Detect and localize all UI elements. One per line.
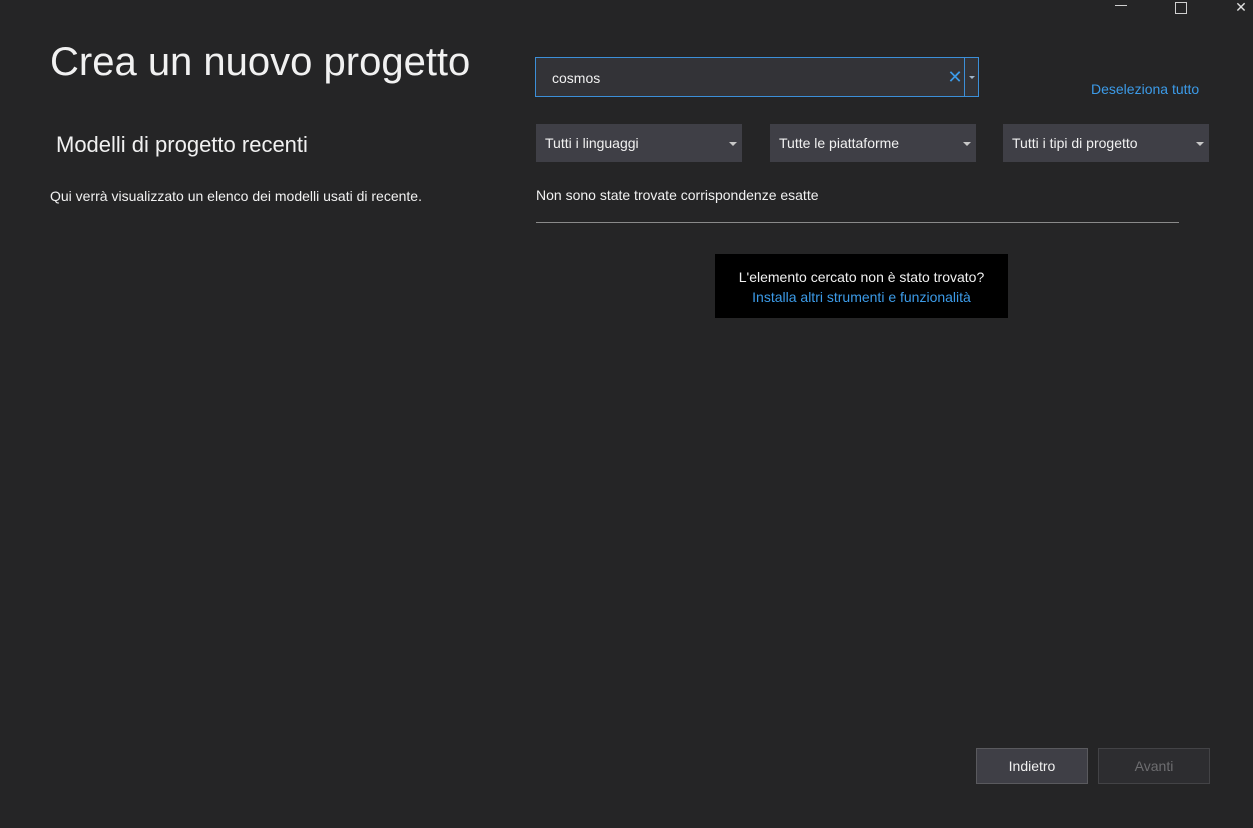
deselect-all-link[interactable]: Deseleziona tutto	[1091, 81, 1199, 97]
platform-filter-label: Tutte le piattaforme	[779, 135, 900, 151]
no-results-message: Non sono state trovate corrispondenze es…	[536, 187, 819, 203]
back-button[interactable]: Indietro	[976, 748, 1088, 784]
platform-filter[interactable]: Tutte le piattaforme	[770, 124, 976, 162]
create-project-window: ✕ Crea un nuovo progetto Modelli di prog…	[0, 0, 1253, 828]
clear-search-icon[interactable]: ✕	[946, 67, 964, 87]
install-more-tools-link[interactable]: Installa altri strumenti e funzionalità	[715, 287, 1008, 307]
search-history-dropdown[interactable]	[966, 58, 978, 96]
chevron-down-icon	[729, 142, 737, 146]
search-input[interactable]	[550, 58, 944, 98]
not-found-panel: L'elemento cercato non è stato trovato? …	[715, 254, 1008, 318]
minimize-button[interactable]	[1098, 0, 1144, 18]
project-type-filter[interactable]: Tutti i tipi di progetto	[1003, 124, 1209, 162]
chevron-down-icon	[1196, 142, 1204, 146]
language-filter-label: Tutti i linguaggi	[545, 135, 639, 151]
search-divider	[964, 58, 965, 96]
search-box: ✕	[535, 57, 979, 98]
maximize-button[interactable]	[1158, 0, 1204, 18]
not-found-question: L'elemento cercato non è stato trovato?	[738, 269, 985, 285]
language-filter[interactable]: Tutti i linguaggi	[536, 124, 742, 162]
results-divider	[536, 222, 1179, 223]
close-icon: ✕	[1235, 0, 1247, 15]
project-type-filter-label: Tutti i tipi di progetto	[1012, 135, 1138, 151]
maximize-icon	[1175, 2, 1187, 14]
chevron-down-icon	[969, 75, 975, 79]
close-button[interactable]: ✕	[1218, 0, 1253, 18]
page-title: Crea un nuovo progetto	[50, 40, 471, 84]
minimize-icon	[1115, 4, 1127, 6]
recent-templates-description: Qui verrà visualizzato un elenco dei mod…	[50, 188, 422, 204]
next-button[interactable]: Avanti	[1098, 748, 1210, 784]
chevron-down-icon	[963, 142, 971, 146]
recent-templates-heading: Modelli di progetto recenti	[56, 132, 308, 157]
